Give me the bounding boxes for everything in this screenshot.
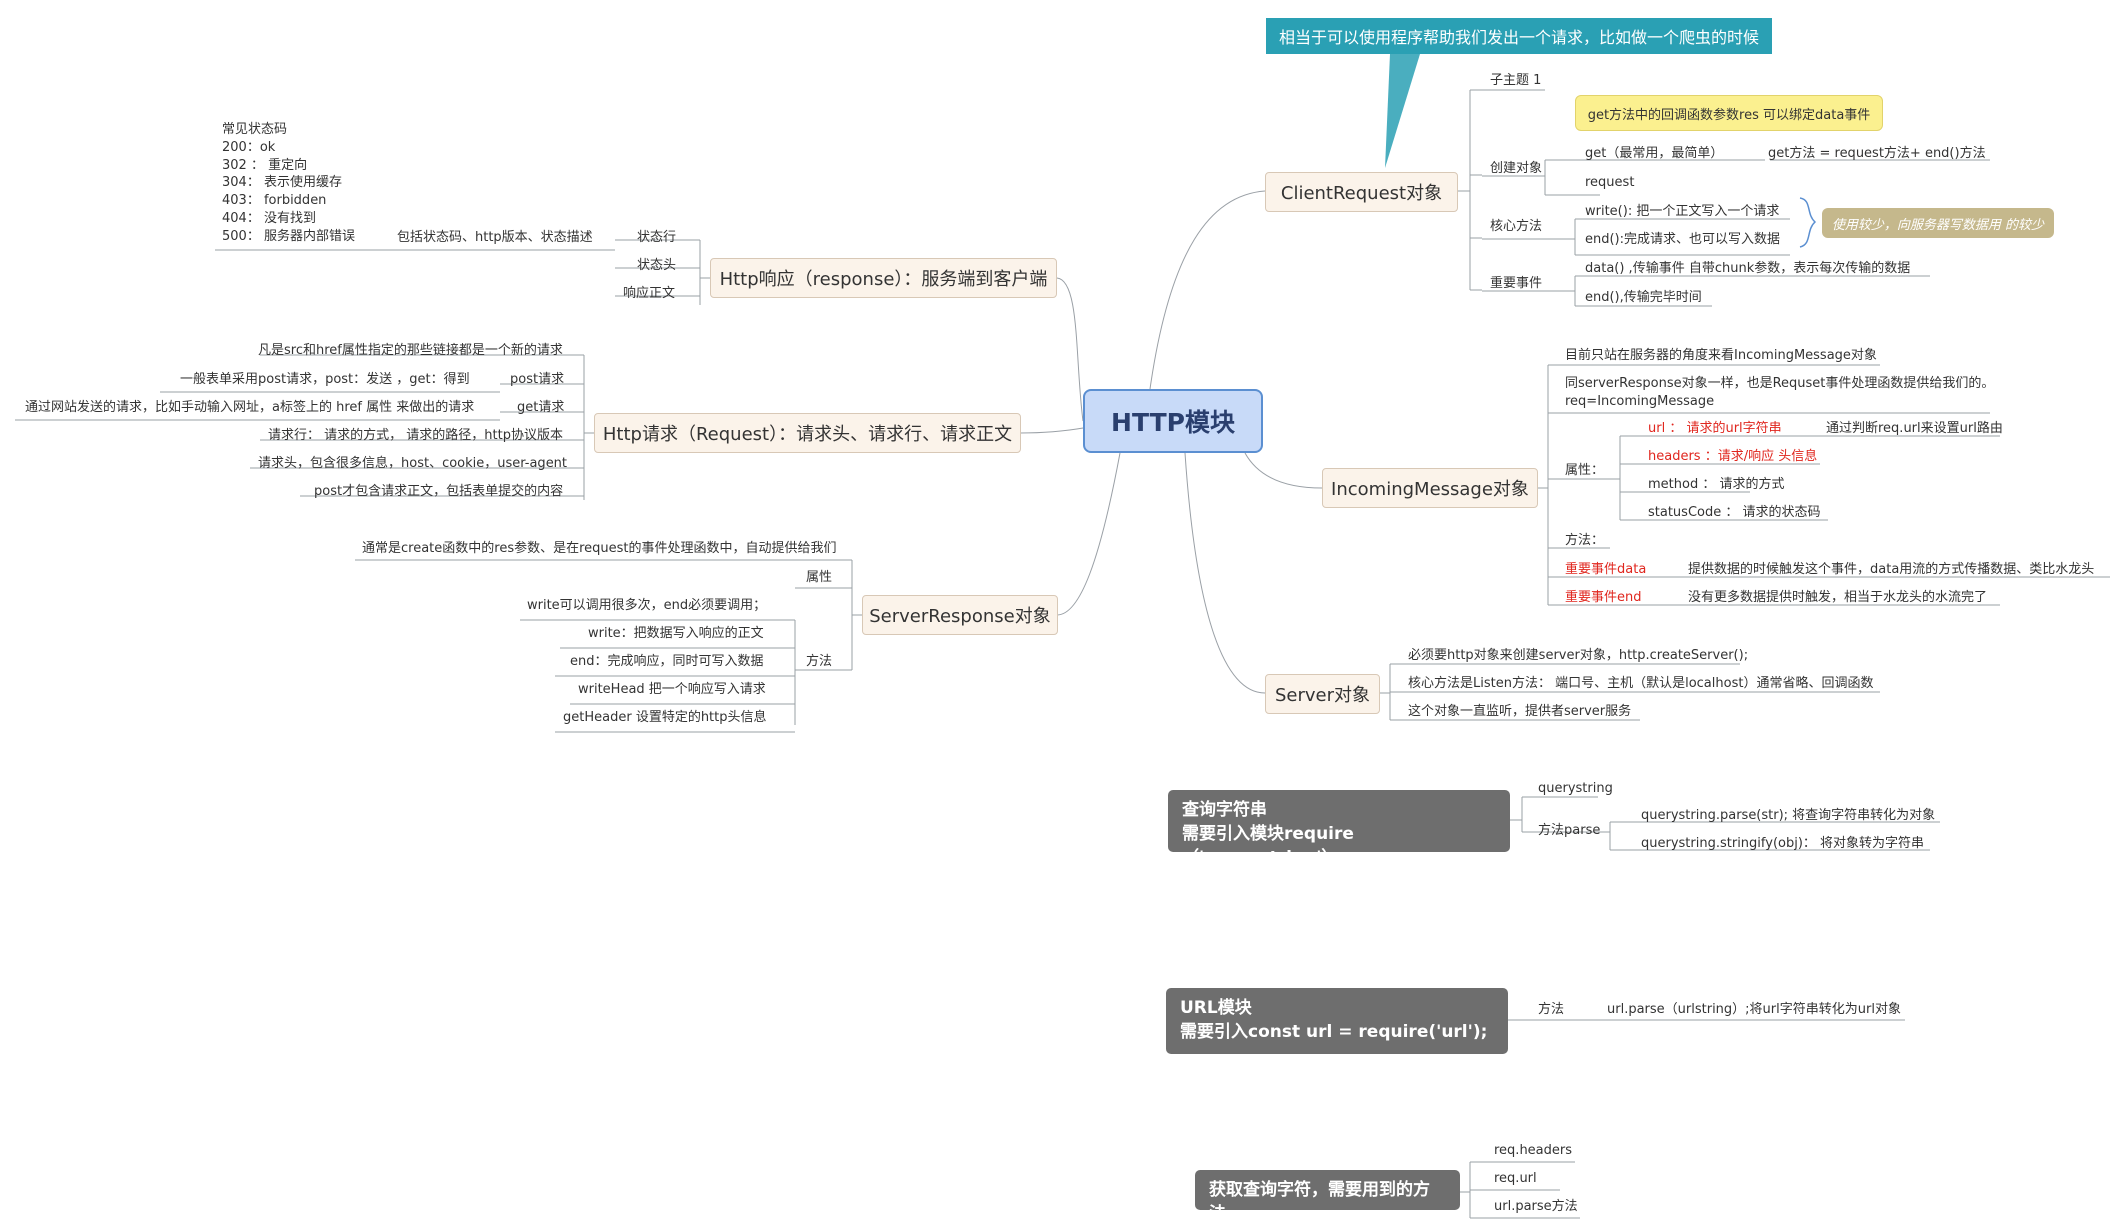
mind-map: 相当于可以使用程序帮助我们发出一个请求，比如做一个爬虫的时候 HTTP模块 Cl… bbox=[0, 0, 2117, 1230]
status-line[interactable]: 状态行 bbox=[637, 229, 676, 246]
end-method[interactable]: end():完成请求、也可以写入数据 bbox=[1585, 231, 1780, 248]
server-response-desc[interactable]: 通常是create函数中的res参数、是在request的事件处理函数中，自动提… bbox=[362, 540, 837, 557]
status-code-line: 302 ： 重定向 bbox=[222, 157, 308, 173]
create-object-label[interactable]: 创建对象 bbox=[1490, 160, 1542, 177]
write-method[interactable]: write(): 把一个正文写入一个请求 bbox=[1585, 203, 1779, 220]
headers-property[interactable]: headers ：请求/响应 头信息 bbox=[1648, 448, 1817, 465]
request-body[interactable]: post才包含请求正文，包括表单提交的内容 bbox=[314, 483, 563, 500]
end-event-note[interactable]: 没有更多数据提供时触发，相当于水龙头的水流完了 bbox=[1688, 589, 1987, 606]
request-item[interactable]: request bbox=[1585, 174, 1634, 191]
response-body[interactable]: 响应正文 bbox=[623, 285, 675, 302]
end-method-item[interactable]: end：完成响应，同时可写入数据 bbox=[570, 653, 764, 670]
querystring-name[interactable]: querystring bbox=[1538, 780, 1613, 797]
request-header[interactable]: 请求头，包含很多信息，host、cookie，user-agent bbox=[258, 455, 567, 472]
server-line-3[interactable]: 这个对象一直监听，提供者server服务 bbox=[1408, 703, 1631, 720]
url-module-require: 需要引入const url = require('url'); bbox=[1180, 1022, 1488, 1042]
write-multi-note[interactable]: write可以调用很多次，end必须要调用； bbox=[527, 597, 766, 614]
src-href-note[interactable]: 凡是src和href属性指定的那些链接都是一个新的请求 bbox=[258, 342, 563, 359]
querystring-parse[interactable]: querystring.parse(str); 将查询字符串转化为对象 bbox=[1641, 807, 1935, 824]
write-head-item[interactable]: writeHead 把一个响应写入请求 bbox=[578, 681, 766, 698]
querystring-topic[interactable]: 查询字符串 需要引入模块require（'querystring'）; bbox=[1168, 790, 1510, 868]
status-code-list[interactable]: 常见状态码 200：ok 302 ： 重定向 304： 表示使用缓存 403： … bbox=[222, 121, 355, 246]
get-query-item[interactable]: url.parse方法 bbox=[1494, 1198, 1578, 1215]
methods-label[interactable]: 方法： bbox=[1565, 532, 1604, 549]
data-event[interactable]: data() ,传输事件 自带chunk参数，表示每次传输的数据 bbox=[1585, 260, 1910, 277]
get-method-item[interactable]: get（最常用，最简单） bbox=[1585, 145, 1723, 162]
incoming-line-1[interactable]: 目前只站在服务器的角度来看IncomingMessage对象 bbox=[1565, 347, 1877, 364]
post-request[interactable]: post请求 bbox=[510, 371, 564, 388]
incoming-message-topic[interactable]: IncomingMessage对象 bbox=[1322, 468, 1538, 508]
end-event[interactable]: end(),传输完毕时间 bbox=[1585, 289, 1702, 306]
status-code-line: 200：ok bbox=[222, 139, 276, 155]
data-event-note[interactable]: 提供数据的时候触发这个事件，data用流的方式传播数据、类比水龙头 bbox=[1688, 561, 2094, 578]
url-module-topic[interactable]: URL模块 需要引入const url = require('url'); bbox=[1166, 988, 1508, 1054]
method-property[interactable]: method ： 请求的方式 bbox=[1648, 476, 1784, 493]
form-desc[interactable]: 一般表单采用post请求，post：发送 ，get：得到 bbox=[180, 371, 470, 388]
core-methods-label[interactable]: 核心方法 bbox=[1490, 218, 1542, 235]
parse-method-label[interactable]: 方法parse bbox=[1538, 822, 1600, 839]
write-method-item[interactable]: write：把数据写入响应的正文 bbox=[588, 625, 764, 642]
incoming-line-2a[interactable]: 同serverResponse对象一样，也是Requset事件处理函数提供给我们… bbox=[1565, 375, 1994, 392]
callout-note: 相当于可以使用程序帮助我们发出一个请求，比如做一个爬虫的时候 bbox=[1266, 18, 1772, 54]
status-code-line: 403： forbidden bbox=[222, 193, 327, 209]
status-code-line: 404： 没有找到 bbox=[222, 210, 316, 226]
get-query-topic[interactable]: 获取查询字符，需要用到的方法 bbox=[1195, 1170, 1460, 1224]
data-event-item[interactable]: 重要事件data bbox=[1565, 561, 1646, 578]
root-topic[interactable]: HTTP模块 bbox=[1083, 389, 1263, 453]
url-module-title: URL模块 bbox=[1180, 998, 1252, 1018]
sr-properties-label[interactable]: 属性 bbox=[806, 569, 832, 586]
events-label[interactable]: 重要事件 bbox=[1490, 275, 1542, 292]
querystring-title: 查询字符串 bbox=[1182, 800, 1267, 820]
querystring-require: 需要引入模块require（'querystring'）; bbox=[1182, 824, 1354, 868]
summary-note: 使用较少，向服务器写数据用 的较少 bbox=[1822, 208, 2054, 238]
http-response-topic[interactable]: Http响应（response）：服务端到客户端 bbox=[710, 258, 1057, 298]
url-method-label[interactable]: 方法 bbox=[1538, 1001, 1564, 1018]
request-line[interactable]: 请求行： 请求的方式， 请求的路径，http协议版本 bbox=[268, 427, 563, 444]
subtopic-1[interactable]: 子主题 1 bbox=[1490, 72, 1541, 89]
server-topic[interactable]: Server对象 bbox=[1265, 674, 1380, 714]
server-line-2[interactable]: 核心方法是Listen方法： 端口号、主机（默认是localhost）通常省略、… bbox=[1408, 675, 1873, 692]
client-request-topic[interactable]: ClientRequest对象 bbox=[1265, 172, 1458, 212]
url-property[interactable]: url ： 请求的url字符串 bbox=[1648, 420, 1782, 437]
status-code-property[interactable]: statusCode ： 请求的状态码 bbox=[1648, 504, 1821, 521]
get-query-item[interactable]: req.headers bbox=[1494, 1142, 1572, 1159]
status-line-desc[interactable]: 包括状态码、http版本、状态描述 bbox=[397, 229, 593, 246]
get-request[interactable]: get请求 bbox=[517, 399, 564, 416]
querystring-stringify[interactable]: querystring.stringify(obj)： 将对象转为字符串 bbox=[1641, 835, 1924, 852]
server-line-1[interactable]: 必须要http对象来创建server对象，http.createServer()… bbox=[1408, 647, 1748, 664]
incoming-line-2b[interactable]: req=IncomingMessage bbox=[1565, 393, 1714, 410]
url-route-note[interactable]: 通过判断req.url来设置url路由 bbox=[1826, 420, 2003, 437]
http-request-topic[interactable]: Http请求（Request）：请求头、请求行、请求正文 bbox=[594, 413, 1021, 453]
status-code-line: 304： 表示使用缓存 bbox=[222, 175, 342, 191]
status-code-line: 常见状态码 bbox=[222, 122, 288, 137]
end-event-item[interactable]: 重要事件end bbox=[1565, 589, 1642, 606]
sr-methods-label[interactable]: 方法 bbox=[806, 653, 832, 670]
address-desc[interactable]: 通过网站发送的请求，比如手动输入网址，a标签上的 href 属性 来做出的请求 bbox=[25, 399, 474, 416]
get-query-item[interactable]: req.url bbox=[1494, 1170, 1537, 1187]
server-response-topic[interactable]: ServerResponse对象 bbox=[862, 595, 1058, 635]
get-header-item[interactable]: getHeader 设置特定的http头信息 bbox=[563, 709, 767, 726]
get-method-desc[interactable]: get方法 = request方法+ end()方法 bbox=[1768, 145, 1986, 162]
properties-label[interactable]: 属性： bbox=[1565, 462, 1604, 479]
status-code-line: 500： 服务器内部错误 bbox=[222, 228, 355, 244]
url-parse[interactable]: url.parse（urlstring）;将url字符串转化为url对象 bbox=[1607, 1001, 1901, 1018]
get-note: get方法中的回调函数参数res 可以绑定data事件 bbox=[1575, 95, 1883, 131]
status-header[interactable]: 状态头 bbox=[637, 257, 676, 274]
